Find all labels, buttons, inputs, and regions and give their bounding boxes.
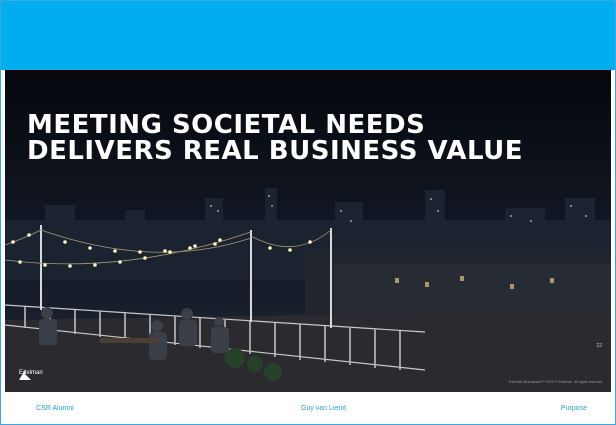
footer-right-text: Purpose	[560, 405, 587, 412]
slide-number: 22	[596, 343, 602, 349]
slide-image: MEETING SOCIETAL NEEDS DELIVERS REAL BUS…	[5, 70, 611, 392]
footer-left-text: CSR Alumni	[36, 405, 74, 412]
footer-bar: CSR Alumni Guy van Liemt Purpose	[1, 392, 615, 424]
copyright-notice: Edelman Brandshare™ 2014 © Edelman. All …	[508, 380, 603, 384]
header-band	[1, 1, 615, 70]
logo-mark-icon	[19, 370, 31, 380]
footer-center-text: Guy van Liemt	[301, 405, 347, 412]
slide-headline: MEETING SOCIETAL NEEDS DELIVERS REAL BUS…	[27, 110, 523, 166]
slide-page: MEETING SOCIETAL NEEDS DELIVERS REAL BUS…	[0, 0, 616, 425]
edelman-logo: Edelman	[19, 370, 43, 380]
